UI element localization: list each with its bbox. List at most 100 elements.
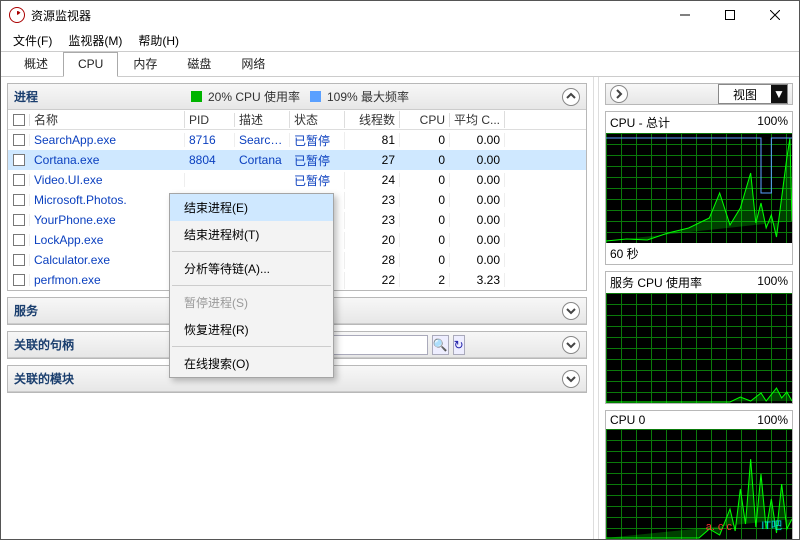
- cell-threads: 81: [345, 133, 400, 147]
- expand-icon[interactable]: [562, 302, 580, 320]
- menubar: 文件(F) 监视器(M) 帮助(H): [1, 29, 799, 51]
- cell-status: 已暂停: [290, 172, 345, 189]
- menu-monitor[interactable]: 监视器(M): [62, 30, 128, 51]
- cell-name: Video.UI.exe: [30, 173, 185, 187]
- collapse-icon[interactable]: [562, 88, 580, 106]
- graph-plot: [606, 133, 792, 243]
- cell-cpu: 0: [400, 173, 450, 187]
- graph-footer: 60 秒: [606, 243, 792, 264]
- tab-cpu[interactable]: CPU: [63, 52, 118, 77]
- cell-name: SearchApp.exe: [30, 133, 185, 147]
- ctx-end-tree[interactable]: 结束进程树(T): [170, 221, 333, 248]
- handles-panel-title: 关联的句柄: [14, 336, 74, 353]
- max-freq-text: 109% 最大频率: [327, 88, 409, 105]
- cell-desc: Search...: [235, 133, 290, 147]
- ctx-end-process[interactable]: 结束进程(E): [170, 194, 333, 221]
- row-checkbox[interactable]: [8, 194, 30, 206]
- titlebar: 资源监视器: [1, 1, 799, 29]
- tab-memory[interactable]: 内存: [118, 50, 172, 77]
- graph-plot: a. c c IT吧: [606, 429, 792, 539]
- divider: [172, 251, 331, 252]
- cell-threads: 23: [345, 213, 400, 227]
- divider: [172, 285, 331, 286]
- cell-cpu: 0: [400, 153, 450, 167]
- row-checkbox[interactable]: [8, 154, 30, 166]
- window-buttons: [662, 1, 797, 29]
- close-button[interactable]: [752, 1, 797, 29]
- ctx-search-online[interactable]: 在线搜索(O): [170, 350, 333, 377]
- cell-avg: 0.00: [450, 253, 505, 267]
- table-row[interactable]: SearchApp.exe8716Search...已暂停8100.00: [8, 130, 586, 150]
- col-name[interactable]: 名称: [30, 111, 185, 128]
- services-panel-title: 服务: [14, 302, 38, 319]
- process-panel-header[interactable]: 进程 20% CPU 使用率 109% 最大频率: [8, 84, 586, 110]
- cell-name: Cortana.exe: [30, 153, 185, 167]
- row-checkbox[interactable]: [8, 274, 30, 286]
- tab-overview[interactable]: 概述: [9, 50, 63, 77]
- cell-avg: 0.00: [450, 133, 505, 147]
- watermark-text: IT吧: [761, 517, 782, 533]
- menu-file[interactable]: 文件(F): [7, 30, 58, 51]
- cell-avg: 0.00: [450, 193, 505, 207]
- cell-avg: 0.00: [450, 213, 505, 227]
- cell-threads: 22: [345, 273, 400, 287]
- maximize-button[interactable]: [707, 1, 752, 29]
- col-threads[interactable]: 线程数: [345, 111, 400, 128]
- arrow-icon: ↻: [454, 338, 464, 352]
- cell-name: perfmon.exe: [30, 273, 185, 287]
- minimize-button[interactable]: [662, 1, 707, 29]
- table-row[interactable]: Video.UI.exe已暂停2400.00: [8, 170, 586, 190]
- expand-icon[interactable]: [562, 336, 580, 354]
- expand-icon[interactable]: [562, 370, 580, 388]
- cell-cpu: 0: [400, 253, 450, 267]
- col-pid[interactable]: PID: [185, 113, 235, 127]
- col-avg[interactable]: 平均 C...: [450, 111, 505, 128]
- graph-title: CPU 0: [610, 413, 645, 427]
- row-checkbox[interactable]: [8, 254, 30, 266]
- row-checkbox[interactable]: [8, 234, 30, 246]
- right-toolbar: 视图 ▼: [605, 83, 793, 105]
- graph-cpu0: CPU 0100% a. c c IT吧: [605, 410, 793, 539]
- cell-name: Microsoft.Photos.: [30, 193, 185, 207]
- table-row[interactable]: Cortana.exe8804Cortana已暂停2700.00: [8, 150, 586, 170]
- graph-service-cpu: 服务 CPU 使用率100%: [605, 271, 793, 404]
- cell-status: 已暂停: [290, 152, 345, 169]
- col-status[interactable]: 状态: [290, 111, 345, 128]
- collapse-right-icon[interactable]: [610, 85, 628, 103]
- search-icon: 🔍: [433, 338, 448, 352]
- tab-network[interactable]: 网络: [226, 50, 280, 77]
- cell-threads: 23: [345, 193, 400, 207]
- search-next-button[interactable]: ↻: [453, 335, 465, 355]
- row-checkbox[interactable]: [8, 214, 30, 226]
- col-cpu[interactable]: CPU: [400, 113, 450, 127]
- graph-plot: [606, 293, 792, 403]
- ctx-resume[interactable]: 恢复进程(R): [170, 316, 333, 343]
- row-checkbox[interactable]: [8, 174, 30, 186]
- graph-cpu-total: CPU - 总计100% 60 秒: [605, 111, 793, 265]
- col-checkbox[interactable]: [8, 114, 30, 126]
- row-checkbox[interactable]: [8, 134, 30, 146]
- cell-name: YourPhone.exe: [30, 213, 185, 227]
- cell-pid: 8804: [185, 153, 235, 167]
- tabs: 概述 CPU 内存 磁盘 网络: [1, 51, 799, 77]
- menu-help[interactable]: 帮助(H): [132, 30, 185, 51]
- cell-cpu: 0: [400, 233, 450, 247]
- cpu-usage-indicator: 20% CPU 使用率: [191, 88, 300, 105]
- context-menu: 结束进程(E) 结束进程树(T) 分析等待链(A)... 暂停进程(S) 恢复进…: [169, 193, 334, 378]
- divider: [172, 346, 331, 347]
- cell-threads: 20: [345, 233, 400, 247]
- col-desc[interactable]: 描述: [235, 111, 290, 128]
- cell-threads: 27: [345, 153, 400, 167]
- tab-disk[interactable]: 磁盘: [172, 50, 226, 77]
- graph-title: 服务 CPU 使用率: [610, 274, 702, 291]
- view-button[interactable]: 视图 ▼: [718, 84, 788, 104]
- dropdown-icon: ▼: [771, 85, 787, 103]
- process-table-header: 名称 PID 描述 状态 线程数 CPU 平均 C...: [8, 110, 586, 130]
- app-icon: [9, 7, 25, 23]
- ctx-wait-chain[interactable]: 分析等待链(A)...: [170, 255, 333, 282]
- cell-desc: Cortana: [235, 153, 290, 167]
- search-button[interactable]: 🔍: [432, 335, 449, 355]
- window: 资源监视器 文件(F) 监视器(M) 帮助(H) 概述 CPU 内存 磁盘 网络…: [0, 0, 800, 540]
- cell-avg: 0.00: [450, 233, 505, 247]
- cell-threads: 24: [345, 173, 400, 187]
